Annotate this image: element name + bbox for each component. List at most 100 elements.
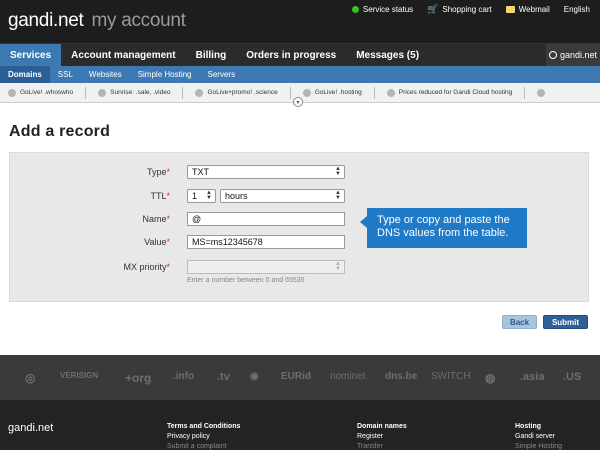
promo-icon	[8, 88, 16, 97]
registry-logo: .info	[173, 371, 195, 382]
registry-logo: .US	[563, 371, 582, 383]
promo-divider	[182, 86, 184, 99]
subtab-ssl[interactable]: SSL	[50, 66, 81, 83]
subtab-websites[interactable]: Websites	[81, 66, 130, 83]
mx-priority-label: MX priority*	[50, 262, 170, 272]
tab-billing[interactable]: Billing	[186, 44, 237, 66]
promo-divider	[289, 86, 291, 99]
promo-icon	[98, 88, 107, 97]
shopping-cart-label: Shopping cart	[442, 5, 492, 14]
promo-divider	[524, 86, 526, 99]
tab-account-management[interactable]: Account management	[61, 44, 185, 66]
select-arrows-icon: ▲ ▼	[206, 190, 212, 201]
ttl-value-select[interactable]: 1 ▲ ▼	[187, 189, 216, 203]
required-mark: *	[166, 237, 170, 247]
footer-link[interactable]: Transfer	[357, 442, 407, 450]
mail-icon	[505, 6, 515, 13]
select-arrows-icon: ▲ ▼	[335, 166, 341, 177]
service-status-link[interactable]: Service status	[351, 4, 413, 15]
subtab-simple-hosting[interactable]: Simple Hosting	[130, 66, 200, 83]
logo-text: gandi.net	[8, 10, 84, 31]
chevron-down-icon[interactable]: ▾	[293, 97, 303, 107]
page-title: Add a record	[9, 123, 111, 140]
footer-column-domain-names: Domain names Register Transfer	[357, 422, 407, 450]
main-nav: Services Account management Billing Orde…	[0, 44, 600, 66]
promo-item[interactable]: Prices reduced for Gandi Cloud hosting	[386, 88, 512, 97]
promo-divider	[85, 86, 87, 99]
instruction-callout: Type or copy and paste the DNS values fr…	[360, 208, 527, 248]
footer-link[interactable]: Simple Hosting	[515, 442, 562, 450]
promo-icon	[386, 88, 395, 97]
promo-text: Sunrise: .sale, .video	[110, 89, 171, 96]
type-select-value: TXT	[192, 167, 209, 177]
language-link[interactable]: English	[564, 4, 590, 15]
required-mark: *	[166, 191, 170, 201]
footer-link[interactable]: Gandi server	[515, 432, 562, 442]
gandi-icon	[548, 51, 557, 59]
footer-heading: Domain names	[357, 423, 407, 430]
submit-button[interactable]: Submit	[543, 315, 588, 329]
tab-services[interactable]: Services	[0, 44, 62, 66]
value-input[interactable]: MS=ms12345678	[187, 235, 345, 249]
webmail-label: Webmail	[518, 5, 550, 14]
type-label-text: Type	[146, 167, 167, 177]
footer-column-terms: Terms and Conditions Privacy policy Subm…	[167, 422, 240, 450]
registry-logo: +org	[125, 371, 152, 385]
promo-item-partial[interactable]	[537, 88, 549, 97]
tab-messages[interactable]: Messages (5)	[346, 44, 429, 66]
required-mark: *	[166, 262, 170, 272]
ttl-label-text: TTL	[150, 191, 167, 201]
top-header: gandi.net my account Service status 🛒 Sho…	[0, 0, 600, 44]
mx-priority-label-text: MX priority	[123, 262, 167, 272]
footer-link[interactable]: Privacy policy	[167, 432, 240, 442]
footer-brand[interactable]: gandi.net	[8, 422, 53, 434]
value-label-text: Value	[144, 237, 167, 247]
subtab-domains[interactable]: Domains	[0, 66, 50, 83]
shopping-cart-link[interactable]: 🛒 Shopping cart	[427, 4, 492, 15]
footer-link[interactable]: Register	[357, 432, 407, 442]
ttl-unit-value: hours	[225, 191, 248, 201]
status-dot-icon	[351, 6, 359, 13]
mx-priority-hint: Enter a number between 0 and 65535	[187, 277, 305, 284]
value-input-value: MS=ms12345678	[192, 237, 263, 247]
footer-link[interactable]: Submit a complaint	[167, 442, 240, 450]
registry-logo: EURid	[281, 371, 311, 382]
footer: gandi.net Terms and Conditions Privacy p…	[0, 400, 600, 450]
promo-item[interactable]: GoLive+promo! .science	[195, 88, 278, 97]
footer-link[interactable]: Terms and Conditions	[167, 422, 240, 432]
tab-orders-in-progress[interactable]: Orders in progress	[236, 44, 346, 66]
promo-icon	[537, 88, 546, 97]
registry-logo: .asia	[520, 371, 545, 383]
select-arrows-icon: ▲ ▼	[335, 190, 341, 201]
name-input-value: @	[192, 214, 202, 224]
cart-icon: 🛒	[427, 4, 439, 14]
type-select[interactable]: TXT ▲ ▼	[187, 165, 345, 179]
gandi-logo[interactable]: gandi.net my account	[8, 10, 186, 32]
promo-text: GoLive+promo! .science	[207, 89, 278, 96]
promo-item[interactable]: GoLive! .hosting	[302, 88, 362, 97]
registry-logo: VERISIGN	[60, 371, 99, 380]
footer-heading: Hosting	[515, 423, 542, 430]
top-links: Service status 🛒 Shopping cart Webmail E…	[338, 4, 590, 15]
subtab-servers[interactable]: Servers	[200, 66, 244, 83]
promo-icon	[302, 88, 311, 97]
nav-brand-label: gandi.net	[559, 50, 598, 60]
logo-suffix: my account	[91, 10, 186, 31]
nav-brand[interactable]: gandi.net	[546, 44, 600, 66]
back-button[interactable]: Back	[502, 315, 537, 329]
ttl-unit-select[interactable]: hours ▲ ▼	[220, 189, 345, 203]
mx-priority-input[interactable]: ▲ ▼	[187, 260, 345, 274]
registry-logo: nominet	[330, 371, 366, 382]
webmail-link[interactable]: Webmail	[505, 4, 550, 15]
promo-item[interactable]: Sunrise: .sale, .video	[98, 88, 171, 97]
sub-nav: Domains SSL Websites Simple Hosting Serv…	[0, 66, 600, 83]
name-input[interactable]: @	[187, 212, 345, 226]
name-label-text: Name	[142, 214, 167, 224]
promo-item[interactable]: GoLive! .whoswho	[8, 88, 73, 97]
promo-text: GoLive! .hosting	[314, 89, 362, 96]
promo-strip: GoLive! .whoswho Sunrise: .sale, .video …	[0, 83, 600, 107]
ttl-label: TTL*	[50, 191, 170, 201]
footer-column-hosting: Hosting Gandi server Simple Hosting	[515, 422, 562, 450]
type-label: Type*	[50, 167, 170, 177]
registry-logo-icon: ◉	[250, 371, 259, 382]
